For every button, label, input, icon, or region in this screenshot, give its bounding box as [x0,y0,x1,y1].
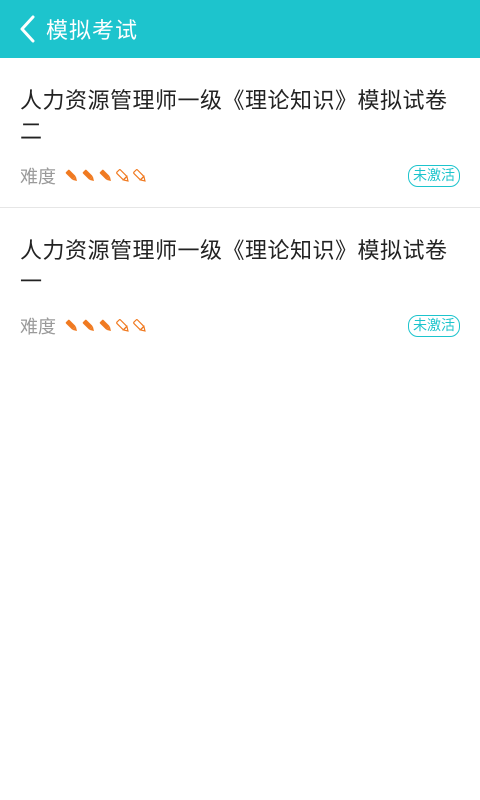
pencil-empty-icon [133,319,146,332]
chevron-left-icon [20,15,35,43]
exam-item[interactable]: 人力资源管理师一级《理论知识》模拟试卷二 难度 未激活 [0,58,480,208]
pencil-empty-icon [133,169,146,182]
pencil-filled-icon [65,319,77,331]
app-root: 模拟考试 人力资源管理师一级《理论知识》模拟试卷二 难度 未激活 人力资源管理师… [0,0,480,800]
exam-list: 人力资源管理师一级《理论知识》模拟试卷二 难度 未激活 人力资源管理师一级《理论… [0,58,480,358]
page-title: 模拟考试 [46,19,139,44]
pencil-filled-icon [82,169,94,181]
status-badge: 未激活 [408,315,460,337]
exam-meta: 难度 未激活 [20,313,460,339]
pencil-empty-icon [116,169,129,182]
pencil-filled-icon [99,169,111,181]
exam-item[interactable]: 人力资源管理师一级《理论知识》模拟试卷一 难度 未激活 [0,208,480,358]
pencil-filled-icon [82,319,94,331]
difficulty-label: 难度 [20,167,56,188]
pencil-empty-icon [116,319,129,332]
difficulty: 难度 [20,313,149,339]
exam-meta: 难度 未激活 [20,163,460,189]
difficulty-rating [64,168,149,184]
exam-title: 人力资源管理师一级《理论知识》模拟试卷二 [20,89,448,145]
header-bar: 模拟考试 [0,0,480,58]
difficulty-label: 难度 [20,317,56,338]
pencil-filled-icon [99,319,111,331]
pencil-filled-icon [65,169,77,181]
difficulty: 难度 [20,163,149,189]
difficulty-rating [64,318,149,334]
status-badge: 未激活 [408,165,460,187]
back-button[interactable] [14,9,40,49]
exam-title: 人力资源管理师一级《理论知识》模拟试卷一 [20,239,448,295]
